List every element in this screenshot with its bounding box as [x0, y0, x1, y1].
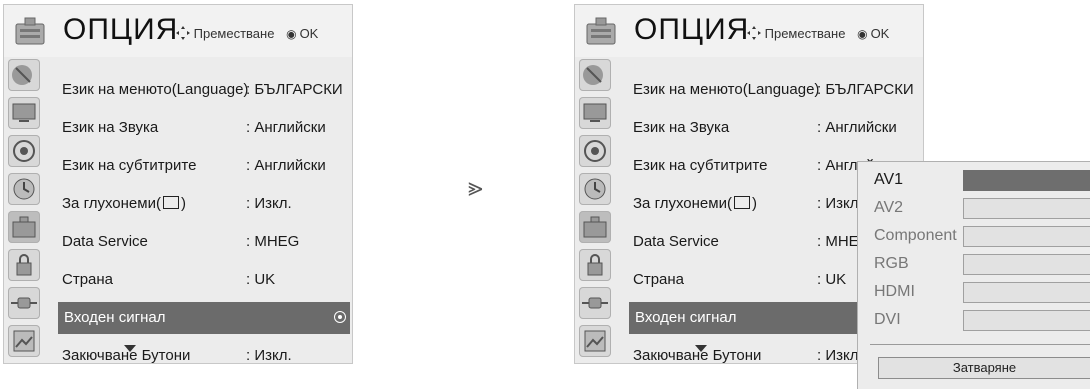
transition-arrow-icon: ⪢: [468, 172, 483, 202]
options-icon: [584, 14, 618, 48]
plug-icon[interactable]: [579, 287, 611, 319]
menu-header: ОПЦИЯ Преместване ◉ OK: [4, 5, 352, 57]
row-label: Език на субтитрите: [62, 157, 197, 174]
options-icon: [13, 14, 47, 48]
row-value: : Английски: [246, 119, 326, 136]
row-value: : Английски: [817, 119, 897, 136]
nav-hint: Преместване ◉ OK: [747, 26, 889, 41]
row-value: : Английски: [246, 157, 326, 174]
menu-row-data-service[interactable]: Data Service : MHEG: [50, 226, 350, 258]
row-value: : Изкл.: [817, 347, 863, 364]
row-label: Език на субтитрите: [633, 157, 768, 174]
scroll-down-icon[interactable]: [124, 345, 136, 352]
menu-row-country[interactable]: Страна : UK: [50, 264, 350, 296]
speaker-icon[interactable]: [579, 135, 611, 167]
speaker-icon[interactable]: [8, 135, 40, 167]
menu-row-language[interactable]: Език на менюто(Language): БЪЛГАРСКИ: [50, 74, 350, 106]
lock-icon[interactable]: [579, 249, 611, 281]
row-value: : Изкл.: [246, 195, 292, 212]
options-category-icon[interactable]: [8, 211, 40, 243]
ok-hint-label: OK: [299, 26, 319, 41]
photo-album-icon[interactable]: [579, 325, 611, 357]
option-bar: [963, 282, 1090, 303]
input-source-popup: AV1 AV2 Component RGB HDMI DVI Затваряне: [857, 161, 1090, 389]
menu-row-hearing-impaired[interactable]: За глухонеми() : Изкл.: [50, 188, 350, 220]
row-label: Входен сигнал: [64, 309, 166, 326]
subtitle-box-icon: [162, 196, 179, 209]
row-label: Страна: [633, 271, 685, 288]
menu-row-key-lock[interactable]: Закючване Бутони: Изкл.: [50, 340, 350, 372]
row-label: За глухонеми(): [633, 195, 757, 212]
row-label: Data Service: [62, 233, 148, 250]
scroll-down-icon[interactable]: [695, 345, 707, 352]
row-value: : БЪЛГАРСКИ: [246, 81, 343, 98]
ok-hint-label: OK: [870, 26, 890, 41]
menu-row-audio-language[interactable]: Език на Звука : Английски: [50, 112, 350, 144]
option-label: RGB: [874, 255, 909, 272]
subtitle-box-icon: [733, 196, 750, 209]
clock-icon[interactable]: [8, 173, 40, 205]
option-label: DVI: [874, 311, 901, 328]
row-value: : UK: [817, 271, 847, 288]
option-bar: [963, 198, 1090, 219]
options-category-icon[interactable]: [579, 211, 611, 243]
tv-screen-icon[interactable]: [8, 97, 40, 129]
menu-title: ОПЦИЯ: [63, 13, 179, 46]
menu-title: ОПЦИЯ: [634, 13, 750, 46]
input-option-component[interactable]: Component: [858, 224, 1090, 250]
input-option-av2[interactable]: AV2: [858, 196, 1090, 222]
row-value: : Изкл.: [817, 195, 863, 212]
close-button[interactable]: Затваряне: [878, 357, 1090, 379]
lock-icon[interactable]: [8, 249, 40, 281]
menu-row-audio-language[interactable]: Език на Звука : Английски: [621, 112, 921, 144]
input-option-av1[interactable]: AV1: [858, 168, 1090, 194]
option-label: AV1: [874, 171, 904, 188]
options-menu-before: ОПЦИЯ Преместване ◉ OK Език на менюто(Lan…: [3, 4, 353, 364]
move-arrows-icon: [747, 26, 761, 40]
row-label: Език на менюто(Language): [633, 81, 820, 98]
menu-row-subtitle-language[interactable]: Език на субтитрите : Английски: [50, 150, 350, 182]
plug-icon[interactable]: [8, 287, 40, 319]
clock-icon[interactable]: [579, 173, 611, 205]
photo-album-icon[interactable]: [8, 325, 40, 357]
menu-header: ОПЦИЯ Преместване ◉ OK: [575, 5, 923, 57]
ok-button-icon: ◉: [857, 27, 868, 41]
option-bar: [963, 226, 1090, 247]
option-bar: [963, 310, 1090, 331]
option-label: AV2: [874, 199, 904, 216]
row-label: Входен сигнал: [635, 309, 737, 326]
satellite-dish-icon[interactable]: [8, 59, 40, 91]
row-value: : БЪЛГАРСКИ: [817, 81, 914, 98]
input-option-hdmi[interactable]: HDMI: [858, 280, 1090, 306]
option-label: HDMI: [874, 283, 915, 300]
nav-hint: Преместване ◉ OK: [176, 26, 318, 41]
row-label: Език на Звука: [62, 119, 159, 136]
option-bar: [963, 254, 1090, 275]
row-label: Страна: [62, 271, 114, 288]
row-value: : UK: [246, 271, 276, 288]
option-bar: [963, 170, 1090, 191]
popup-divider: [870, 344, 1090, 345]
menu-row-language[interactable]: Език на менюто(Language): БЪЛГАРСКИ: [621, 74, 921, 106]
menu-row-input-signal[interactable]: Входен сигнал: [58, 302, 350, 334]
selected-radio-icon: [334, 311, 346, 323]
row-value: : MHEG: [246, 233, 300, 250]
row-label: Data Service: [633, 233, 719, 250]
move-hint-label: Преместване: [764, 26, 846, 41]
row-label: За глухонеми(): [62, 195, 186, 212]
option-label: Component: [874, 227, 957, 244]
move-hint-label: Преместване: [193, 26, 275, 41]
tv-screen-icon[interactable]: [579, 97, 611, 129]
input-option-dvi[interactable]: DVI: [858, 308, 1090, 334]
input-option-rgb[interactable]: RGB: [858, 252, 1090, 278]
row-value: : Изкл.: [246, 347, 292, 364]
row-label: Език на Звука: [633, 119, 730, 136]
ok-button-icon: ◉: [286, 27, 297, 41]
move-arrows-icon: [176, 26, 190, 40]
satellite-dish-icon[interactable]: [579, 59, 611, 91]
row-label: Език на менюто(Language): [62, 81, 249, 98]
